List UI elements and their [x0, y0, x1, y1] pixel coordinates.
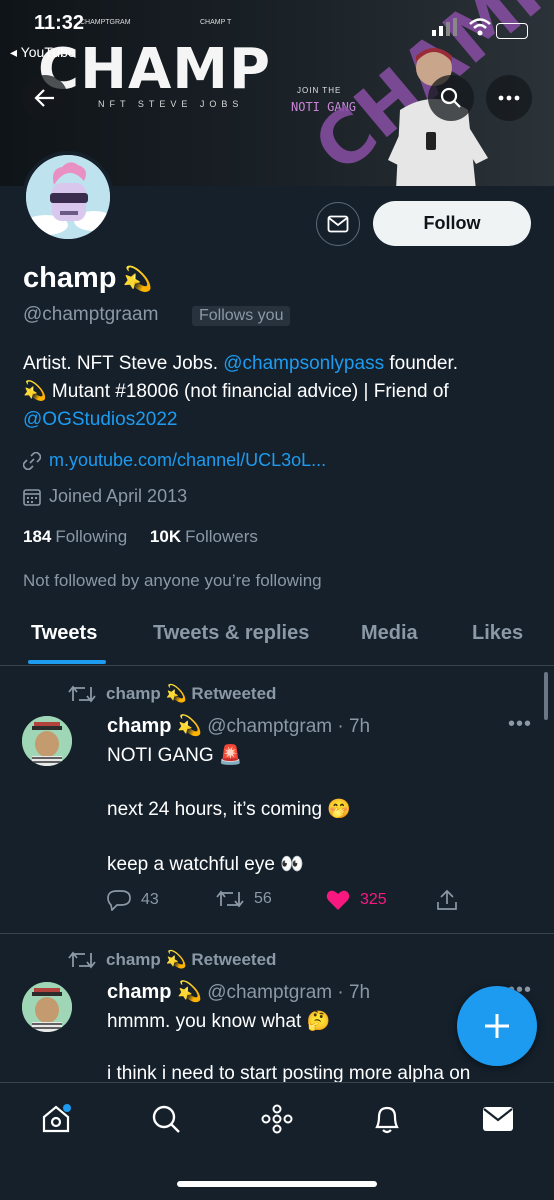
- profile-handle: @champtgraam: [23, 304, 159, 325]
- calendar-icon: [23, 488, 41, 506]
- profile-avatar[interactable]: [22, 151, 114, 243]
- heart-icon: [326, 890, 350, 910]
- nav-messages[interactable]: [480, 1101, 516, 1137]
- like-count: 325: [360, 891, 387, 908]
- share-button[interactable]: [436, 889, 468, 911]
- search-button[interactable]: [428, 75, 474, 121]
- following-label: Following: [55, 527, 128, 546]
- tweet-text-line: keep a watchful eye 👀: [107, 854, 304, 875]
- tweet-actions: 43 56 325: [107, 889, 467, 913]
- tweet-avatar[interactable]: [22, 716, 72, 766]
- followers-count: 10K: [149, 527, 182, 546]
- retweet-button[interactable]: 56: [216, 889, 272, 909]
- link-icon: [23, 451, 41, 470]
- mail-icon: [327, 215, 349, 233]
- status-bar: 11:32 CHAMPTGRAM CHAMP T ◂ YouTube: [0, 0, 554, 60]
- tweet-avatar-image: [22, 982, 72, 1032]
- reply-button[interactable]: 43: [107, 889, 159, 911]
- tab-tweets[interactable]: Tweets: [31, 622, 97, 645]
- follows-you-badge: Follows you: [192, 306, 291, 326]
- following-count: 184: [23, 527, 52, 546]
- retweet-label: champ 💫 Retweeted: [106, 950, 277, 969]
- retweet-indicator: champ 💫 Retweeted: [68, 684, 276, 704]
- message-button[interactable]: [316, 202, 360, 246]
- tweet-text-line: hmmm. you know what 🤔: [107, 1011, 331, 1032]
- followers-label: Followers: [185, 527, 258, 546]
- home-indicator[interactable]: [177, 1181, 377, 1187]
- follow-button[interactable]: Follow: [373, 201, 531, 246]
- tab-tweets-replies[interactable]: Tweets & replies: [153, 622, 309, 645]
- back-to-app-link[interactable]: ◂ YouTube: [10, 44, 76, 61]
- signal-icon: [432, 18, 457, 36]
- profile-name: champ 💫: [23, 262, 152, 295]
- share-icon: [437, 889, 457, 910]
- tab-likes[interactable]: Likes: [472, 622, 523, 645]
- mail-icon: [483, 1107, 513, 1131]
- bell-icon: [375, 1106, 399, 1134]
- tweet-avatar-image: [22, 716, 72, 766]
- following-stat[interactable]: 184 Following: [23, 527, 127, 546]
- home-icon: [42, 1104, 71, 1133]
- scrollbar[interactable]: [544, 672, 548, 720]
- retweet-icon: [68, 951, 96, 969]
- tweet-divider: [0, 933, 554, 934]
- bio-mention-champsonlypass[interactable]: @champsonlypass: [223, 353, 384, 374]
- tweet-more-button[interactable]: •••: [508, 713, 532, 736]
- retweet-label: champ 💫 Retweeted: [106, 684, 277, 703]
- plus-icon: [485, 1014, 509, 1038]
- website-row[interactable]: m.youtube.com/channel/UCL3oL...: [23, 450, 326, 471]
- nav-search[interactable]: [148, 1101, 184, 1137]
- like-button[interactable]: 325: [326, 889, 387, 911]
- nav-spaces[interactable]: [259, 1101, 295, 1137]
- avatar-image: [26, 155, 110, 239]
- tweet-text-line: next 24 hours, it’s coming 🤭: [107, 799, 352, 820]
- retweet-count: 56: [254, 890, 272, 907]
- status-time: 11:32: [34, 12, 85, 34]
- tweet-author-name[interactable]: champ 💫: [107, 981, 202, 1003]
- bio-text-2: founder.: [384, 353, 459, 374]
- joined-date: Joined April 2013: [49, 486, 188, 506]
- profile-tabs: Tweets Tweets & replies Media Likes: [0, 608, 554, 666]
- search-icon: [440, 87, 461, 108]
- more-icon: [498, 95, 520, 101]
- tweet-handle-time: @champtgram · 7h: [207, 982, 371, 1003]
- profile-bio: Artist. NFT Steve Jobs. @champsonlypass …: [23, 350, 533, 434]
- reply-count: 43: [141, 891, 159, 908]
- compose-tweet-button[interactable]: [457, 986, 537, 1066]
- follow-stats: 184 Following 10K Followers: [23, 527, 258, 547]
- banner-tagline: NFT STEVE JOBS: [98, 99, 244, 109]
- retweet-icon: [68, 685, 96, 703]
- bio-text-1: Artist. NFT Steve Jobs.: [23, 353, 224, 374]
- profile-name-emoji: 💫: [122, 266, 153, 293]
- more-options-button[interactable]: [486, 75, 532, 121]
- profile-name-text: champ: [23, 262, 117, 294]
- website-link[interactable]: m.youtube.com/channel/UCL3oL...: [49, 450, 326, 471]
- bio-mention-ogstudios[interactable]: @OGStudios2022: [23, 406, 533, 434]
- spaces-icon: [261, 1104, 293, 1134]
- active-tab-indicator: [28, 660, 106, 664]
- bio-text-3: 💫 Mutant #18006 (not financial advice) |…: [23, 381, 449, 402]
- battery-icon: [496, 23, 528, 39]
- back-arrow-icon: [34, 89, 54, 107]
- reply-icon: [107, 890, 131, 911]
- tweet-avatar[interactable]: [22, 982, 72, 1032]
- joined-row: Joined April 2013: [23, 486, 187, 507]
- back-button[interactable]: [22, 75, 68, 121]
- retweet-indicator: champ 💫 Retweeted: [68, 950, 276, 970]
- nav-notifications[interactable]: [369, 1101, 405, 1137]
- retweet-icon: [216, 890, 244, 908]
- tweet-handle-time: @champtgram · 7h: [207, 716, 371, 737]
- tab-media[interactable]: Media: [361, 622, 418, 645]
- banner-mini-left: CHAMPTGRAM: [80, 19, 131, 26]
- not-followed-note: Not followed by anyone you’re following: [23, 571, 322, 590]
- search-icon: [152, 1105, 180, 1133]
- tweet-text-line: NOTI GANG 🚨: [107, 745, 243, 766]
- tweet-header: champ 💫 @champtgram · 7h: [107, 979, 370, 1004]
- nav-home[interactable]: [38, 1101, 74, 1137]
- wifi-icon: [469, 18, 491, 36]
- tweet-author-name[interactable]: champ 💫: [107, 715, 202, 737]
- tweet-header: champ 💫 @champtgram · 7h: [107, 713, 370, 738]
- followers-stat[interactable]: 10K Followers: [150, 527, 258, 546]
- banner-mini-right: CHAMP T: [200, 19, 232, 26]
